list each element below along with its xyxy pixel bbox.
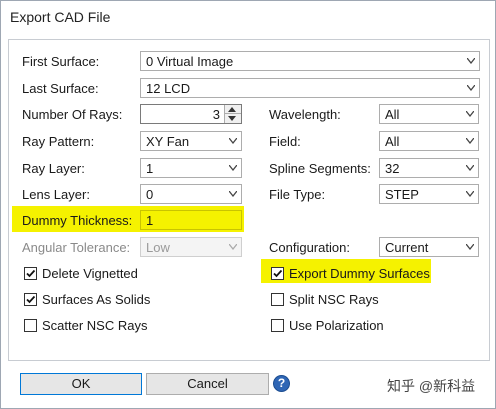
- spin-down-icon[interactable]: [228, 116, 236, 121]
- chevron-down-icon: [229, 138, 237, 144]
- chevron-down-icon: [466, 191, 474, 197]
- file-type-value: STEP: [385, 187, 419, 202]
- surfaces-as-solids-label: Surfaces As Solids: [42, 292, 151, 307]
- last-surface-value: 12 LCD: [146, 81, 191, 96]
- first-surface-label: First Surface:: [22, 54, 100, 69]
- field-value: All: [385, 134, 400, 149]
- ray-pattern-label: Ray Pattern:: [22, 134, 95, 149]
- chevron-down-icon: [466, 138, 474, 144]
- use-polarization-label: Use Polarization: [289, 318, 384, 333]
- export-cad-dialog: Export CAD File First Surface: 0 Virtual…: [0, 0, 496, 409]
- file-type-label: File Type:: [269, 187, 326, 202]
- spin-divider: [225, 113, 241, 114]
- number-of-rays-label: Number Of Rays:: [22, 107, 123, 122]
- cancel-button[interactable]: Cancel: [146, 373, 269, 395]
- number-of-rays-stepper[interactable]: 3: [140, 104, 242, 124]
- checkmark-icon: [26, 295, 36, 304]
- last-surface-label: Last Surface:: [22, 81, 99, 96]
- delete-vignetted-label: Delete Vignetted: [42, 266, 138, 281]
- export-dummy-surfaces-label: Export Dummy Surfaces: [289, 266, 430, 281]
- ray-layer-select[interactable]: 1: [140, 158, 242, 178]
- ray-layer-label: Ray Layer:: [22, 161, 85, 176]
- help-icon[interactable]: ?: [273, 375, 290, 392]
- number-of-rays-value: 3: [212, 107, 220, 122]
- configuration-value: Current: [385, 240, 429, 255]
- wavelength-value: All: [385, 107, 400, 122]
- last-surface-select[interactable]: 12 LCD: [140, 78, 480, 98]
- chevron-down-icon: [229, 191, 237, 197]
- checkmark-icon: [26, 269, 36, 278]
- lens-layer-value: 0: [146, 187, 154, 202]
- ray-pattern-value: XY Fan: [146, 134, 190, 149]
- chevron-down-icon: [467, 58, 475, 64]
- surfaces-as-solids-checkbox[interactable]: [24, 293, 37, 306]
- split-nsc-rays-checkbox[interactable]: [271, 293, 284, 306]
- field-label: Field:: [269, 134, 301, 149]
- first-surface-value: 0 Virtual Image: [146, 54, 234, 69]
- checkmark-icon: [273, 269, 283, 278]
- watermark: 知乎 @新科益: [387, 378, 476, 394]
- angular-tolerance-value: Low: [146, 240, 170, 255]
- lens-layer-select[interactable]: 0: [140, 184, 242, 204]
- spline-segments-label: Spline Segments:: [269, 161, 371, 176]
- configuration-select[interactable]: Current: [379, 237, 479, 257]
- delete-vignetted-checkbox[interactable]: [24, 267, 37, 280]
- dummy-thickness-input[interactable]: 1: [140, 210, 242, 230]
- spline-segments-value: 32: [385, 161, 400, 176]
- spin-up-icon[interactable]: [228, 107, 236, 112]
- dialog-title: Export CAD File: [10, 9, 111, 25]
- split-nsc-rays-label: Split NSC Rays: [289, 292, 379, 307]
- dummy-thickness-value: 1: [146, 213, 154, 228]
- chevron-down-icon: [229, 165, 237, 171]
- lens-layer-label: Lens Layer:: [22, 187, 90, 202]
- spline-segments-select[interactable]: 32: [379, 158, 479, 178]
- ray-layer-value: 1: [146, 161, 154, 176]
- dummy-thickness-label: Dummy Thickness:: [22, 213, 133, 228]
- spin-buttons[interactable]: [224, 105, 241, 123]
- scatter-nsc-rays-label: Scatter NSC Rays: [42, 318, 148, 333]
- wavelength-select[interactable]: All: [379, 104, 479, 124]
- ray-pattern-select[interactable]: XY Fan: [140, 131, 242, 151]
- scatter-nsc-rays-checkbox[interactable]: [24, 319, 37, 332]
- ok-button[interactable]: OK: [20, 373, 142, 395]
- chevron-down-icon: [466, 111, 474, 117]
- chevron-down-icon: [229, 244, 237, 250]
- angular-tolerance-label: Angular Tolerance:: [22, 240, 131, 255]
- export-dummy-surfaces-checkbox[interactable]: [271, 267, 284, 280]
- file-type-select[interactable]: STEP: [379, 184, 479, 204]
- configuration-label: Configuration:: [269, 240, 350, 255]
- chevron-down-icon: [466, 165, 474, 171]
- wavelength-label: Wavelength:: [269, 107, 341, 122]
- chevron-down-icon: [467, 85, 475, 91]
- use-polarization-checkbox[interactable]: [271, 319, 284, 332]
- field-select[interactable]: All: [379, 131, 479, 151]
- first-surface-select[interactable]: 0 Virtual Image: [140, 51, 480, 71]
- chevron-down-icon: [466, 244, 474, 250]
- angular-tolerance-select[interactable]: Low: [140, 237, 242, 257]
